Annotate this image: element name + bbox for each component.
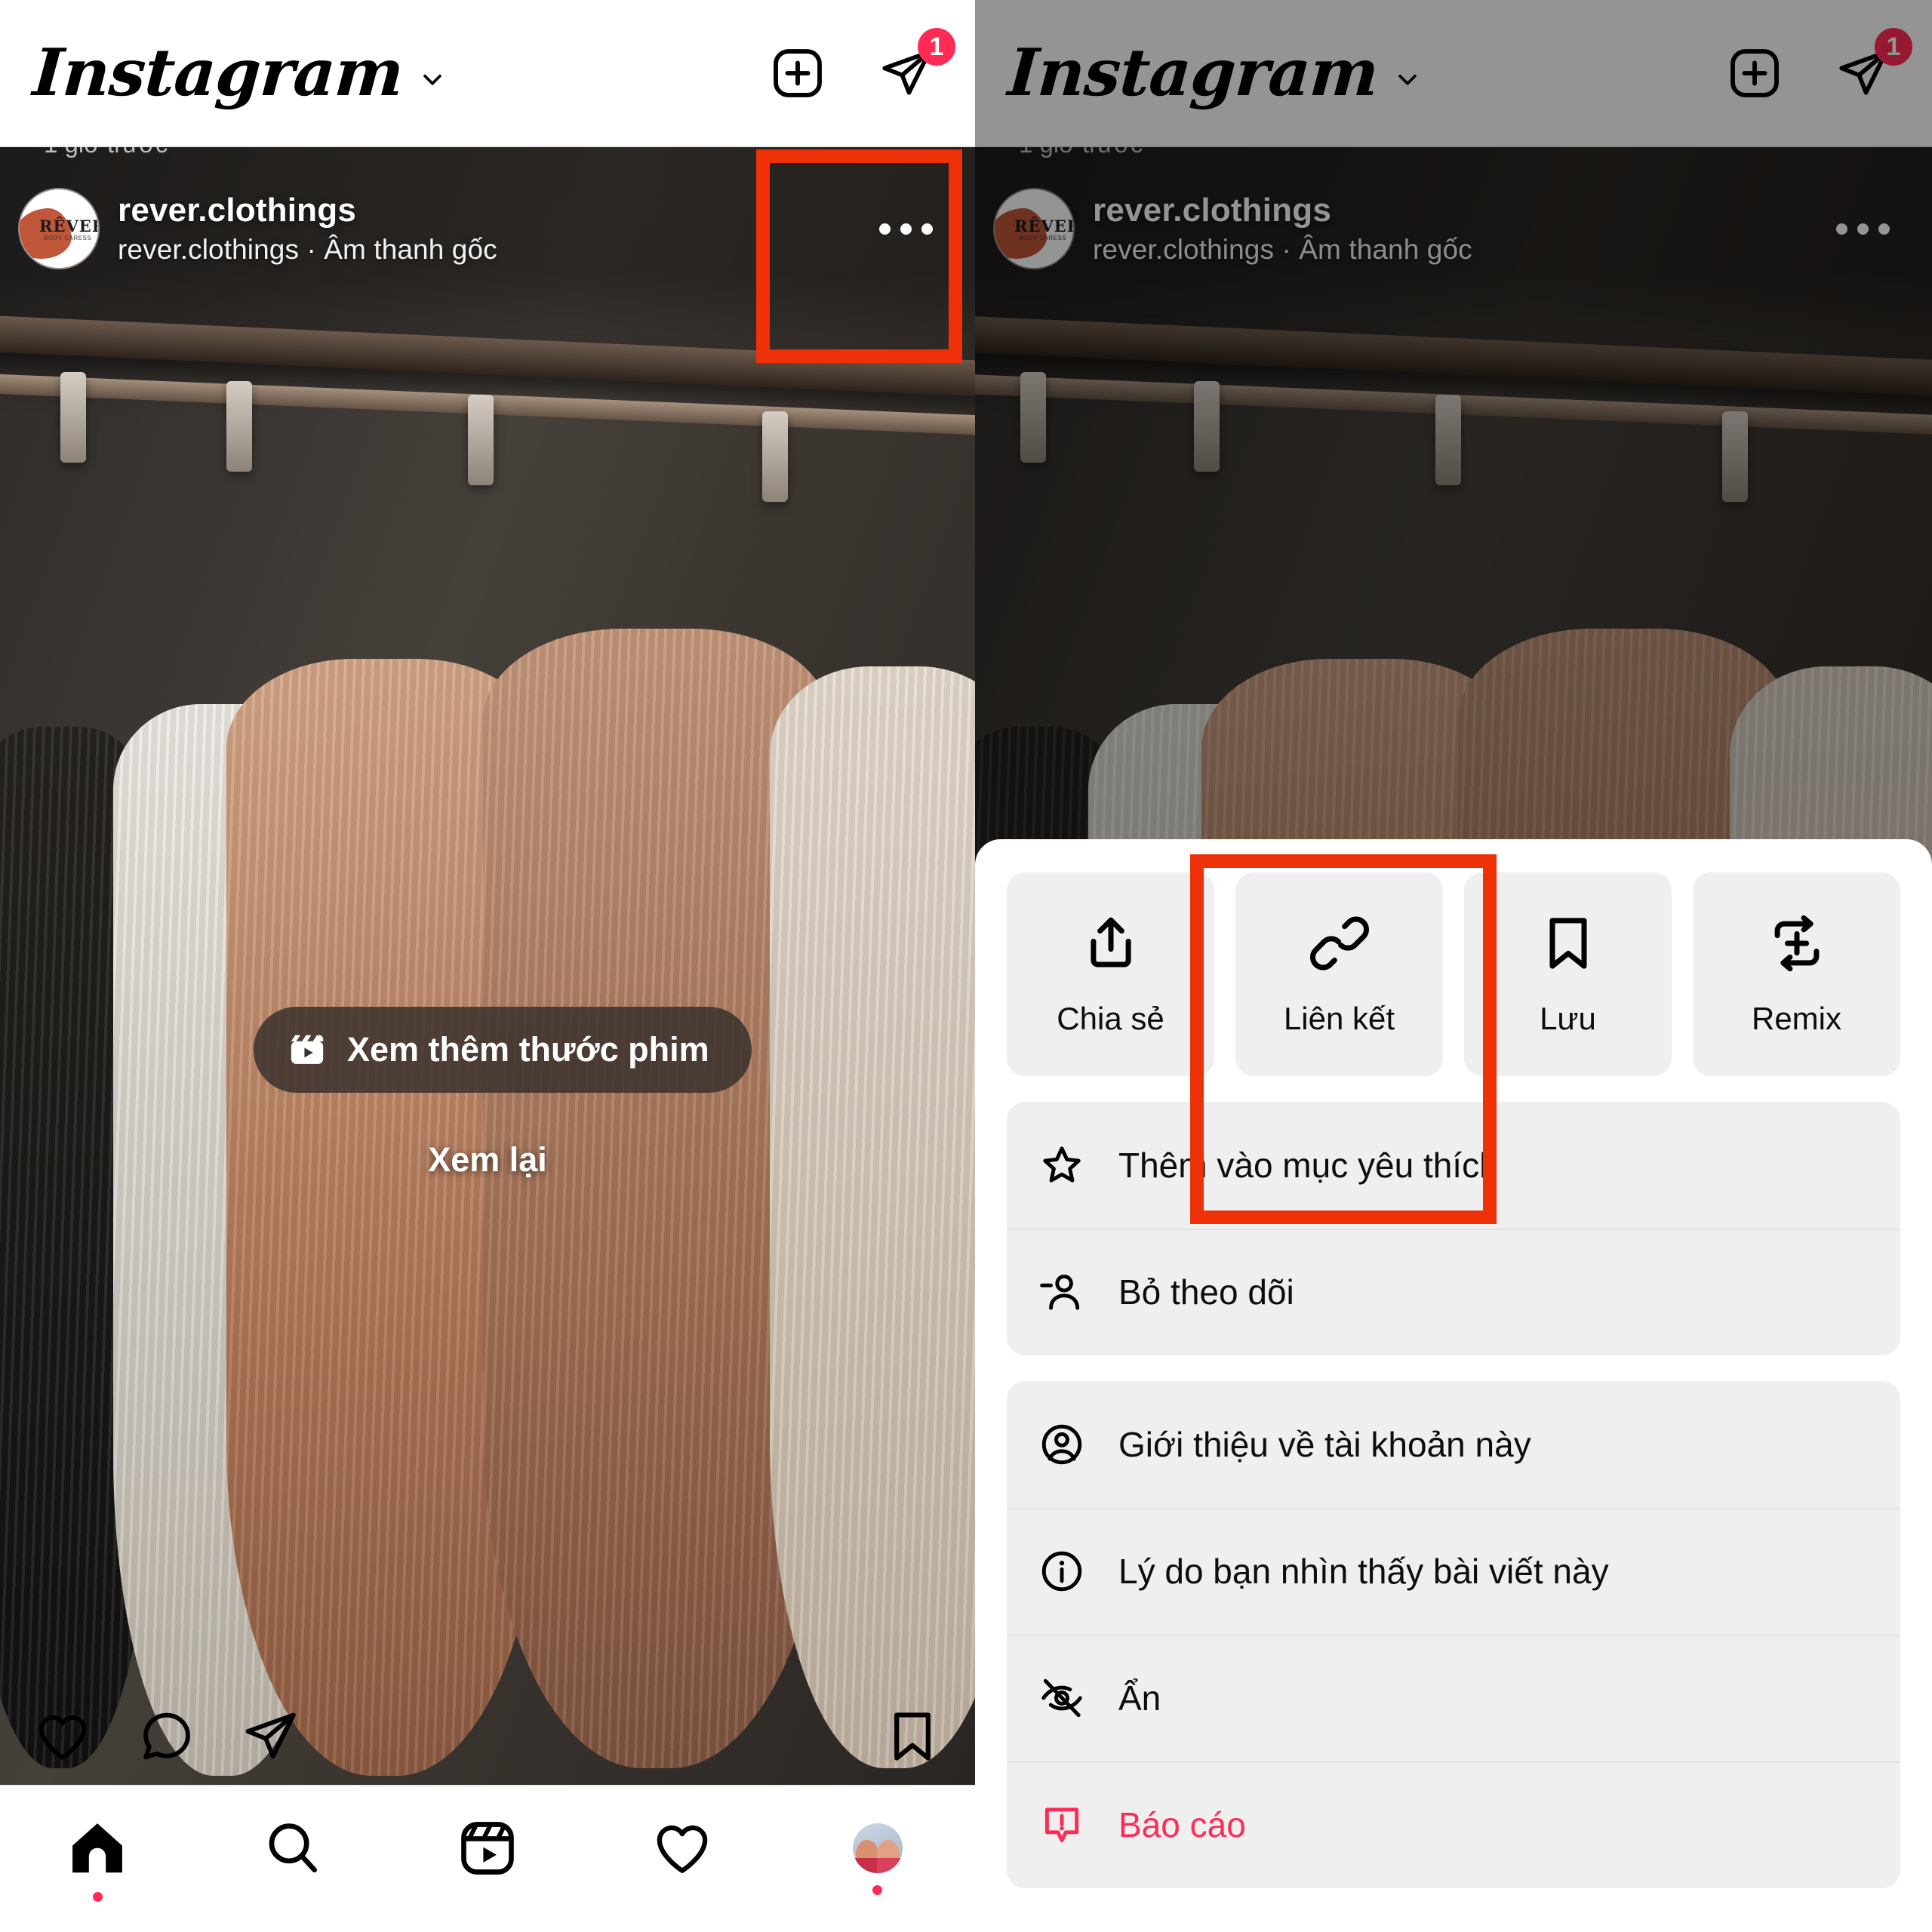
report-icon	[1038, 1801, 1085, 1848]
profile-unread-dot	[872, 1885, 883, 1895]
phone-panel-after: Instagram 1 1 giờ	[975, 0, 1932, 1932]
sheet-row-label: Giới thiệu về tài khoản này	[1118, 1425, 1531, 1464]
sheet-row-label: Thêm vào mục yêu thích	[1118, 1146, 1499, 1185]
tab-home[interactable]	[0, 1817, 195, 1902]
heart-icon[interactable]	[33, 1707, 92, 1766]
replay-button[interactable]: Xem lại	[0, 1140, 975, 1180]
avatar-brand-subtext: BODY CARESS	[44, 235, 92, 242]
sheet-group-2: Giới thiệu về tài khoản này Lý do bạn nh…	[1007, 1381, 1900, 1888]
sheet-row-hide[interactable]: Ẩn	[1007, 1635, 1900, 1761]
sheet-row-unfollow[interactable]: Bỏ theo dõi	[1007, 1229, 1900, 1355]
home-filled-icon	[72, 1823, 123, 1873]
direct-badge: 1	[918, 27, 955, 66]
sheet-row-label: Lý do bạn nhìn thấy bài viết này	[1118, 1552, 1609, 1591]
screenshot-root: Instagram 1 1 giờ	[0, 0, 1932, 1932]
quick-action-label: Chia sẻ	[1057, 1001, 1164, 1036]
app-header: Instagram 1	[0, 0, 975, 146]
post-audio-subtitle[interactable]: rever.clothings · Âm thanh gốc	[118, 234, 497, 266]
post-header: RÊVER BODY CARESS rever.clothings rever.…	[0, 176, 975, 281]
tab-profile[interactable]	[780, 1823, 975, 1895]
sheet-row-label: Ẩn	[1118, 1678, 1161, 1718]
feed-post: RÊVER BODY CARESS rever.clothings rever.…	[0, 146, 975, 1785]
sheet-row-report[interactable]: Báo cáo	[1007, 1761, 1900, 1888]
quick-action-save[interactable]: Lưu	[1464, 872, 1672, 1076]
instagram-logo: Instagram	[30, 34, 406, 111]
phone-panel-before: Instagram 1 1 giờ	[0, 0, 975, 1932]
post-username[interactable]: rever.clothings	[118, 192, 497, 229]
quick-action-share[interactable]: Chia sẻ	[1007, 872, 1214, 1076]
chevron-down-icon[interactable]	[420, 66, 445, 92]
quick-action-label: Lưu	[1540, 1001, 1596, 1036]
eye-off-icon	[1038, 1675, 1085, 1721]
quick-action-link[interactable]: Liên kết	[1235, 872, 1443, 1076]
more-options-icon[interactable]	[879, 223, 949, 235]
sheet-row-favorite[interactable]: Thêm vào mục yêu thích	[1007, 1102, 1900, 1229]
sheet-row-label: Báo cáo	[1118, 1805, 1246, 1844]
header-divider	[0, 146, 975, 147]
tab-reels[interactable]	[390, 1817, 585, 1902]
home-unread-dot	[92, 1892, 103, 1902]
share-up-icon	[1090, 917, 1131, 968]
watch-more-reels-label: Xem thêm thước phim	[347, 1030, 709, 1069]
user-minus-icon	[1038, 1269, 1085, 1315]
avatar[interactable]: RÊVER BODY CARESS	[20, 189, 98, 268]
search-icon	[269, 1823, 317, 1873]
quick-action-remix[interactable]: Remix	[1693, 872, 1900, 1076]
tab-activity[interactable]	[585, 1817, 780, 1902]
remix-icon	[1774, 915, 1819, 972]
sheet-group-1: Thêm vào mục yêu thích Bỏ theo dõi	[1007, 1102, 1900, 1355]
post-media[interactable]	[0, 146, 975, 1785]
comment-icon[interactable]	[137, 1707, 196, 1766]
direct-messages-button[interactable]: 1	[878, 27, 955, 102]
reels-icon	[461, 1822, 514, 1875]
quick-actions-row: Chia sẻ Liên kết Lưu Remix	[1007, 872, 1900, 1076]
post-options-sheet: Chia sẻ Liên kết Lưu Remix Thêm vào mục …	[975, 839, 1932, 1932]
watch-more-reels-button[interactable]: Xem thêm thước phim	[254, 1007, 752, 1093]
bookmark-icon[interactable]	[883, 1707, 942, 1766]
brand-menu[interactable]: Instagram	[30, 34, 445, 111]
sheet-row-about-account[interactable]: Giới thiệu về tài khoản này	[1007, 1381, 1900, 1508]
post-action-bar	[0, 1688, 975, 1785]
bottom-tab-bar	[0, 1785, 975, 1932]
link-chain-icon	[1309, 916, 1369, 971]
reels-clapper-icon	[291, 1035, 324, 1064]
profile-avatar	[852, 1823, 903, 1873]
quick-action-label: Liên kết	[1283, 1001, 1395, 1036]
sheet-row-why-see-post[interactable]: Lý do bạn nhìn thấy bài viết này	[1007, 1508, 1900, 1635]
paper-plane-icon[interactable]	[242, 1707, 300, 1766]
star-icon	[1038, 1142, 1085, 1189]
plus-square-icon[interactable]	[770, 45, 826, 101]
heart-icon	[657, 1825, 708, 1873]
sheet-row-label: Bỏ theo dõi	[1118, 1272, 1294, 1312]
quick-action-label: Remix	[1751, 1001, 1841, 1036]
tab-search[interactable]	[195, 1817, 389, 1902]
info-circle-icon	[1038, 1548, 1085, 1595]
bookmark-icon	[1549, 918, 1586, 969]
avatar-brand-text: RÊVER	[39, 217, 98, 235]
account-circle-icon	[1038, 1421, 1085, 1468]
